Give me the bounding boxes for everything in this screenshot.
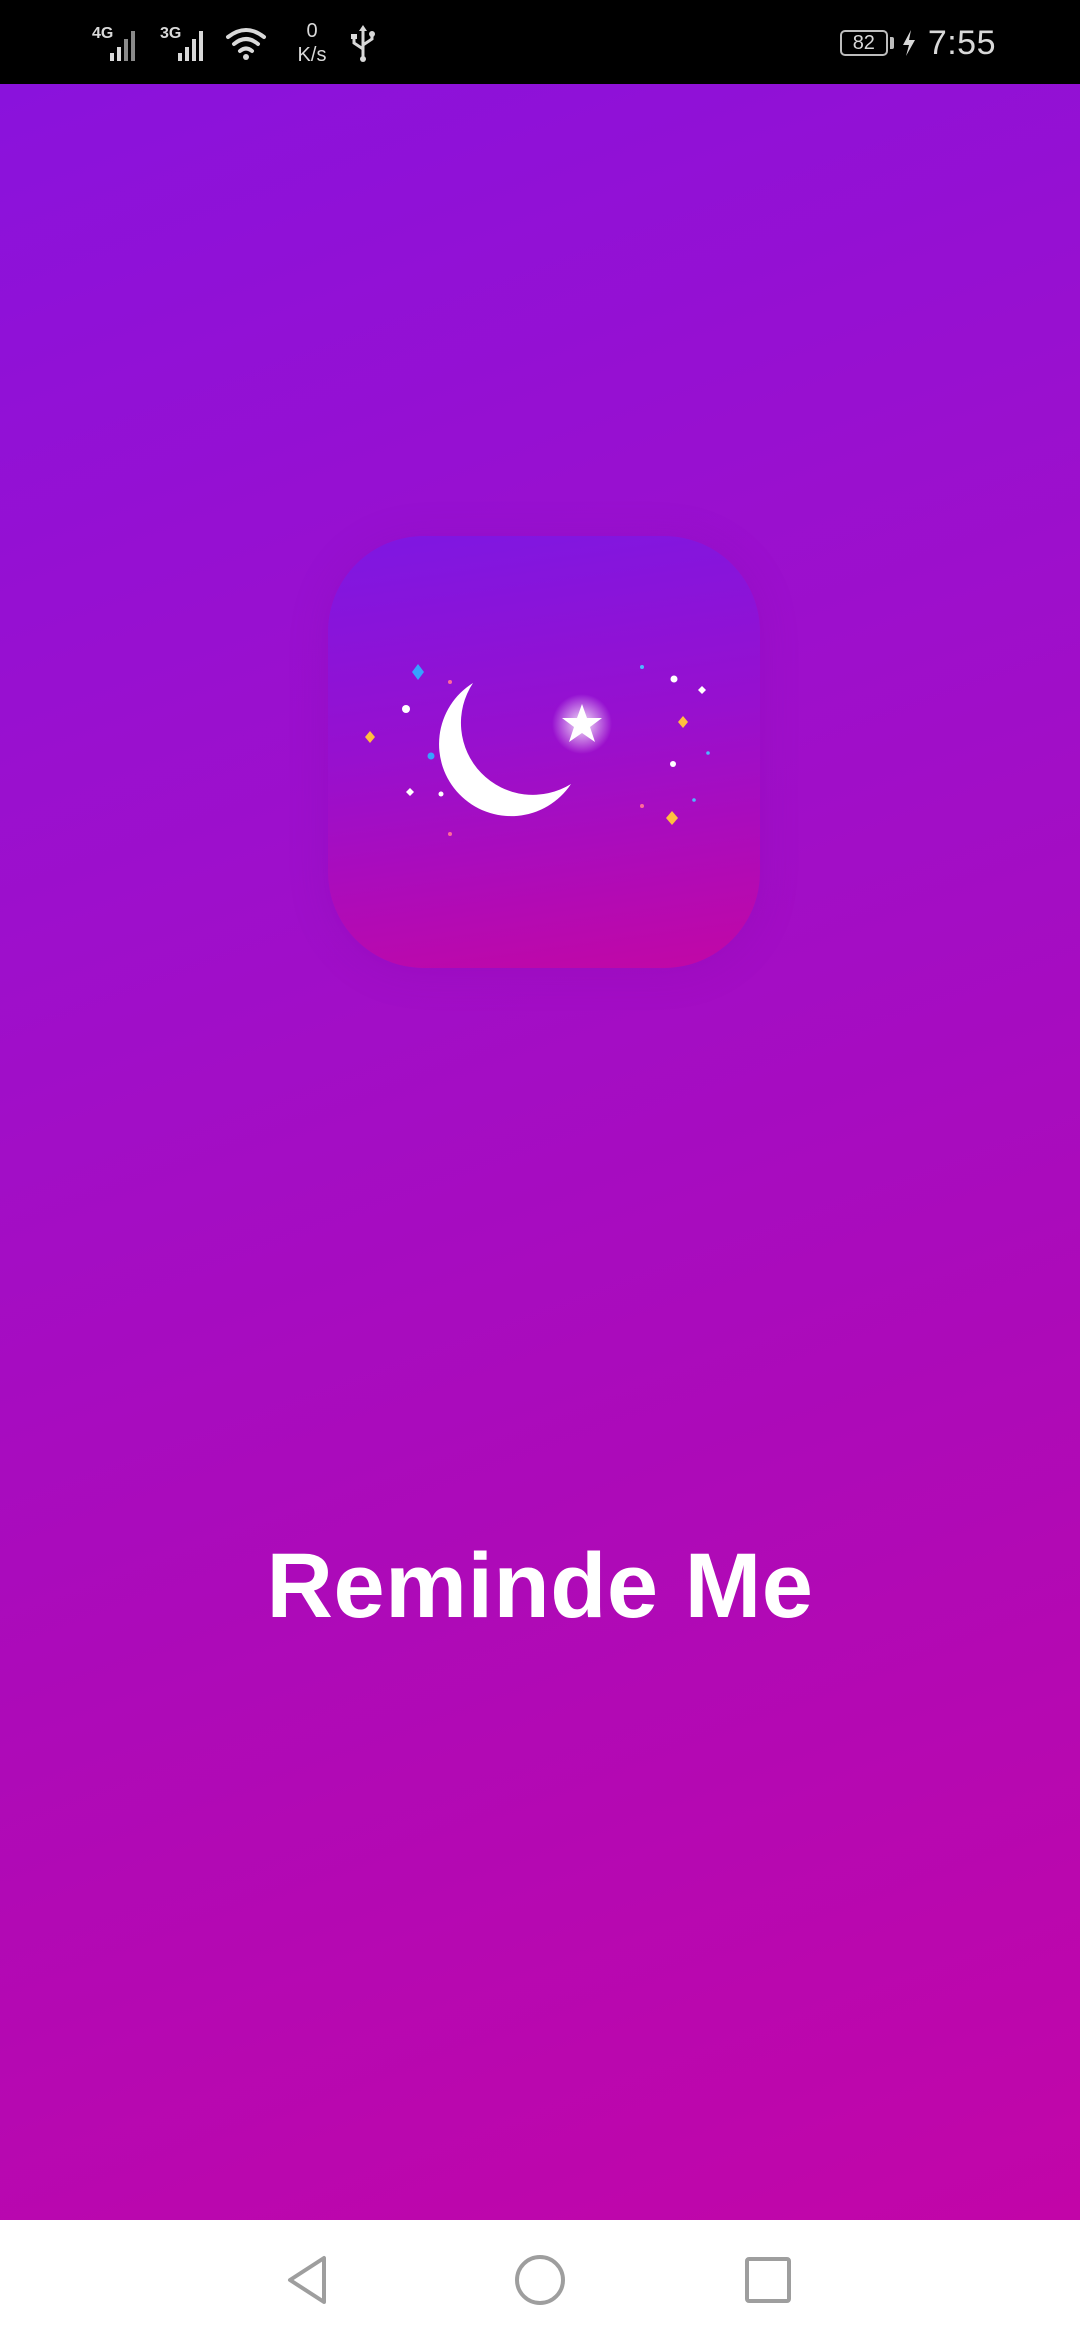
home-icon[interactable] <box>510 2250 570 2310</box>
usb-icon <box>351 25 375 62</box>
status-right-group: 82 7:55 <box>839 18 996 68</box>
net-speed: 0 K/s <box>290 19 334 67</box>
app-icon <box>328 536 760 968</box>
battery-icon: 82 <box>839 30 888 56</box>
signal-3g-icon: 3G <box>156 21 210 65</box>
back-icon[interactable] <box>280 2250 340 2310</box>
app-name: Reminde Me <box>266 1535 814 1637</box>
clock: 7:55 <box>927 23 996 62</box>
splash-screen: 4G 3G 0 K/s 82 7:55 Reminde Me <box>0 0 1080 2340</box>
moon-star-icon <box>365 664 710 836</box>
net-speed-value: 0 <box>306 20 318 42</box>
wifi-icon <box>226 28 266 60</box>
navigation-bar <box>0 2220 1080 2340</box>
net-speed-unit: K/s <box>297 44 327 66</box>
battery-tip <box>889 37 894 49</box>
charging-icon <box>902 30 915 56</box>
status-left-group: 4G 3G 0 K/s <box>88 18 378 68</box>
status-bar: 4G 3G 0 K/s 82 7:55 <box>0 0 1080 84</box>
splash-background: Reminde Me <box>0 84 1080 2220</box>
recents-icon[interactable] <box>738 2250 798 2310</box>
battery-level: 82 <box>852 32 875 54</box>
signal-4g-icon: 4G <box>88 21 142 65</box>
